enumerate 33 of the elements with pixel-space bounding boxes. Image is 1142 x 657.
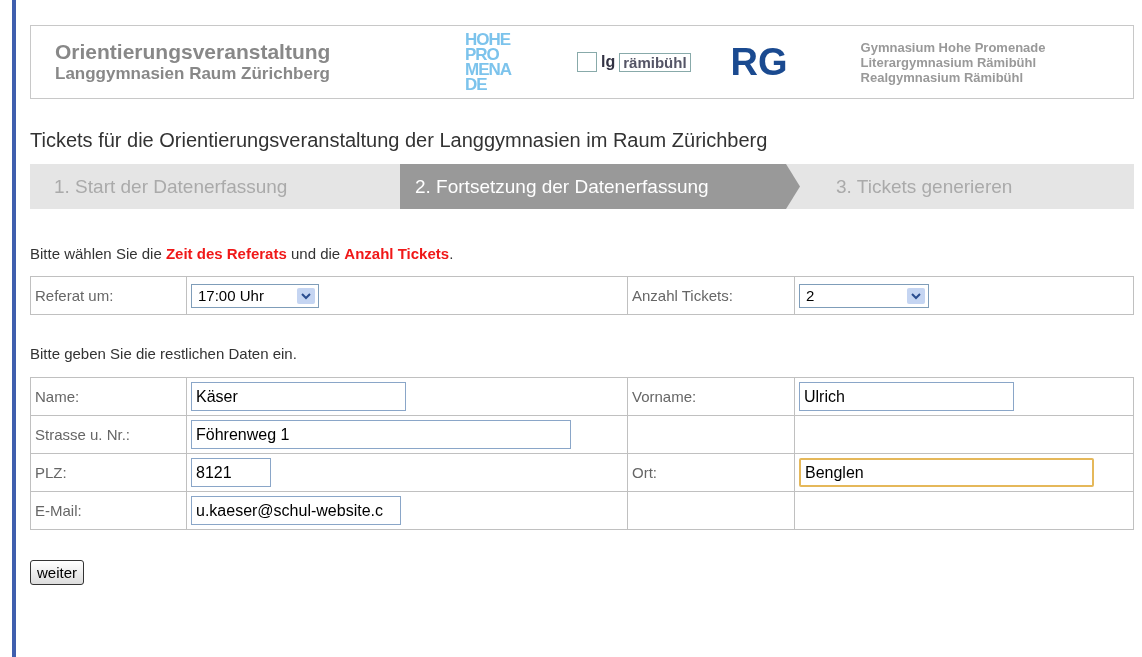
instruction-text: Bitte geben Sie die restlichen Daten ein. [30, 345, 298, 362]
field-label: Strasse u. Nr.: [35, 426, 131, 443]
page-title: Tickets für die Orientierungsveranstaltung der Langgymnasien im Raum Zürichberg [30, 129, 769, 152]
input-field[interactable]: Föhrenweg 1 [191, 420, 571, 449]
chevron-down-icon [907, 287, 925, 304]
active-step: 2. Fortsetzung der Datenerfassung [400, 164, 800, 209]
school-logo: RG [730, 40, 789, 84]
field-label: Ort: [632, 464, 657, 481]
field-label: Vorname: [632, 388, 697, 405]
instruction-text: Bitte wählen Sie die Zeit des Referats und die Anzahl Tickets. [30, 245, 455, 262]
school-name: Literargymnasium Rämibühl [860, 54, 1038, 70]
field-label: Name: [35, 388, 80, 405]
input-field[interactable]: 8121 [191, 458, 271, 487]
school-logo: HOHE PRO MENA DE [465, 32, 513, 92]
school-name: Gymnasium Hohe Promenade [860, 39, 1046, 55]
field-label: Referat um: [30, 276, 187, 315]
input-field[interactable]: u.kaeser@schul-website.c [191, 496, 401, 525]
chevron-down-icon [297, 287, 315, 304]
input-field[interactable]: Käser [191, 382, 406, 411]
dropdown[interactable]: 17:00 Uhr [191, 283, 319, 308]
step-label: 3. Tickets generieren [835, 174, 1014, 199]
event-title: Orientierungsveranstaltung [55, 40, 332, 64]
dropdown[interactable]: 2 [799, 283, 929, 308]
event-subtitle: Langgymnasien Raum Zürichberg [55, 64, 331, 84]
input-field[interactable]: Ulrich [799, 382, 1014, 411]
input-field[interactable]: Benglen [799, 458, 1094, 487]
continue-button[interactable]: weiter [30, 560, 84, 585]
field-label: PLZ: [35, 464, 67, 481]
step-label: 1. Start der Datenerfassung [53, 174, 289, 199]
field-label: Anzahl Tickets: [627, 276, 795, 315]
school-logo: lg rämibühl [577, 52, 691, 72]
school-name: Realgymnasium Rämibühl [860, 69, 1025, 85]
field-label: E-Mail: [35, 502, 82, 519]
